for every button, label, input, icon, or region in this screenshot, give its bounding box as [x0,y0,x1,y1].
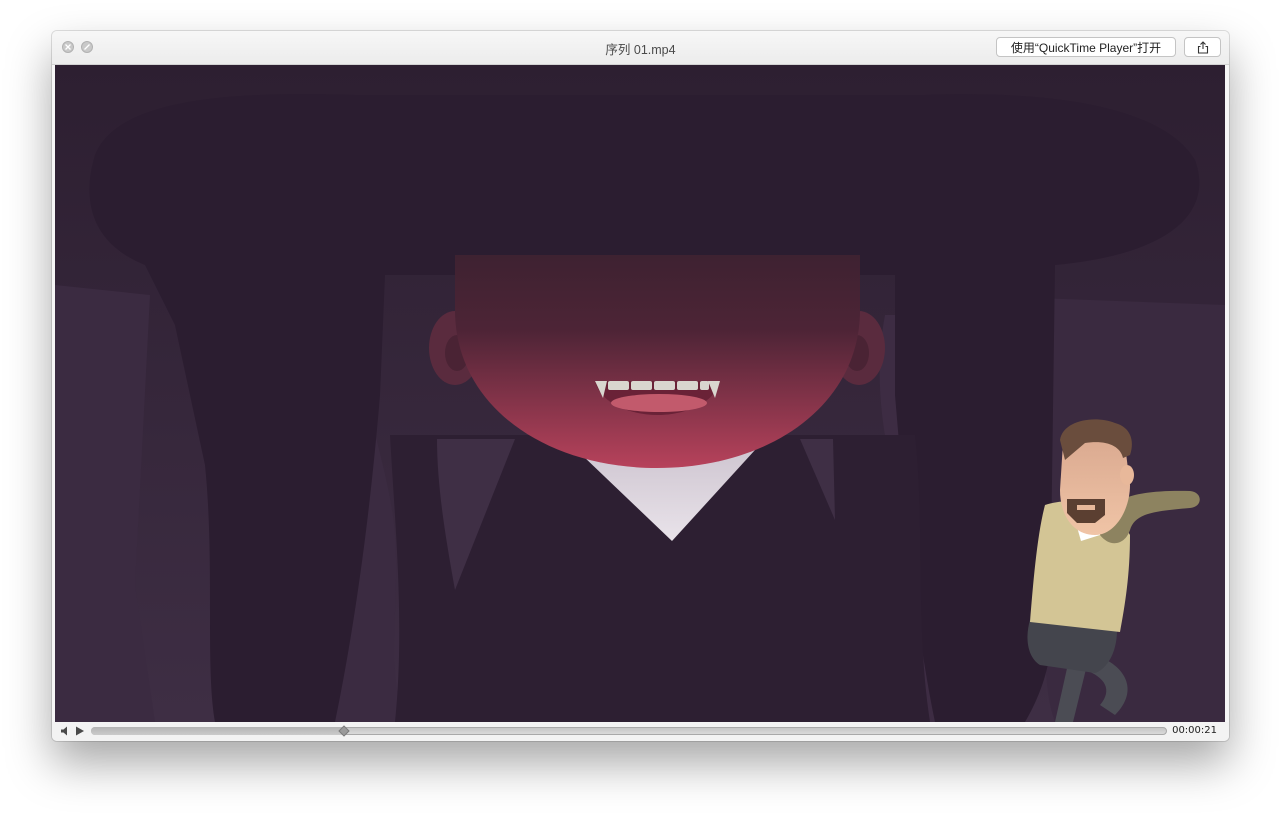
share-icon [1197,40,1208,54]
progress-fill [91,727,344,735]
figure-tongue [611,394,707,412]
playback-controls: 00:00:21 [52,722,1229,741]
speaker-icon[interactable] [60,725,72,737]
video-frame[interactable] [55,65,1225,722]
play-icon[interactable] [74,725,86,737]
video-illustration [55,65,1225,722]
open-with-quicktime-button[interactable]: 使用“QuickTime Player”打开 [996,37,1176,57]
man-mouth [1077,505,1095,510]
quick-look-window: 序列 01.mp4 使用“QuickTime Player”打开 00:00:2… [52,31,1229,741]
title-bar: 序列 01.mp4 使用“QuickTime Player”打开 [52,31,1229,65]
current-time: 00:00:21 [1172,725,1217,736]
share-button[interactable] [1184,37,1221,57]
man-ear [1120,465,1134,485]
progress-scrubber[interactable] [91,725,1167,737]
